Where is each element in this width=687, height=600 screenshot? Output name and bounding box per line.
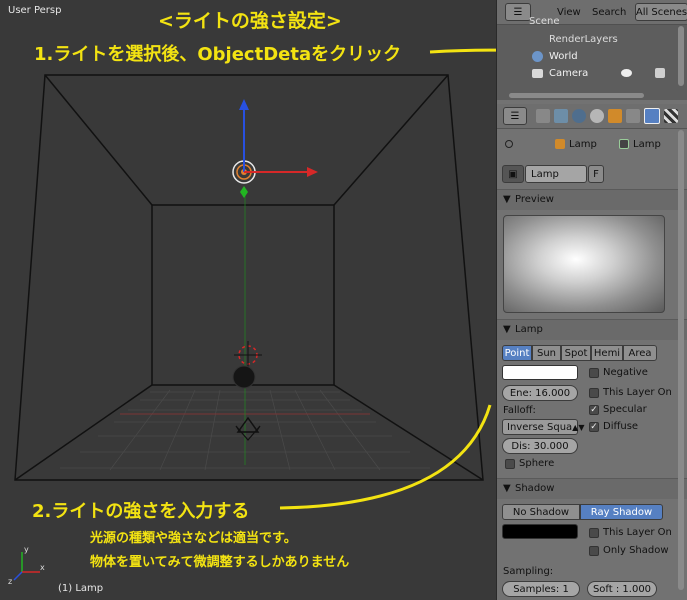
object-tab-icon[interactable] xyxy=(608,109,622,123)
no-shadow-button[interactable]: No Shadow xyxy=(502,504,580,520)
shadow-this-layer-checkbox[interactable] xyxy=(589,528,599,538)
properties-scrollbar[interactable] xyxy=(678,130,684,590)
this-layer-checkbox[interactable] xyxy=(589,388,599,398)
annotation-step1: 1.ライトを選択後、ObjectDetaをクリック xyxy=(34,44,402,65)
lamp-icon xyxy=(555,139,565,149)
diffuse-checkbox[interactable]: ✓ xyxy=(589,422,599,432)
arrow-to-energy xyxy=(279,404,492,510)
specular-label: Specular xyxy=(603,404,647,415)
lamp-color-swatch[interactable] xyxy=(502,365,578,380)
outliner-search-menu[interactable]: Search xyxy=(592,7,626,18)
annotation-note2: 物体を置いてみて微調整するしかありません xyxy=(90,555,350,570)
outliner-view-menu[interactable]: View xyxy=(557,7,581,18)
3d-viewport[interactable]: y x z User Persp (1) Lamp <ライトの強さ設定> 1.ラ… xyxy=(0,0,496,600)
distance-field[interactable]: Dis: 30.000 xyxy=(502,438,578,454)
only-shadow-label: Only Shadow xyxy=(603,545,669,556)
svg-text:y: y xyxy=(24,545,29,554)
world-icon xyxy=(532,51,543,62)
camera-icon xyxy=(532,69,543,78)
svg-text:z: z xyxy=(8,577,12,586)
texture-tab-icon[interactable] xyxy=(664,109,678,123)
arrow-to-object-data xyxy=(429,48,496,54)
eye-icon[interactable] xyxy=(621,69,632,77)
svg-text:x: x xyxy=(40,563,45,572)
properties-editor-type-button[interactable]: ☰ xyxy=(503,107,527,125)
preview-image xyxy=(503,215,665,313)
preview-section-header[interactable]: ▼ Preview xyxy=(497,189,687,210)
negative-label: Negative xyxy=(603,367,648,378)
sphere-checkbox[interactable] xyxy=(505,459,515,469)
outliner-display-select[interactable]: All Scenes xyxy=(635,3,687,21)
collapse-arrow-icon: ▼ xyxy=(503,483,511,494)
collapse-arrow-icon: ▼ xyxy=(503,324,511,335)
lamp-data-icon xyxy=(619,139,629,149)
properties-header: ☰ xyxy=(497,104,687,129)
editor-type-button[interactable]: ☰ xyxy=(505,3,531,21)
datablock-browse-button[interactable]: ▣ xyxy=(502,165,524,183)
energy-field[interactable]: Ene: 16.000 xyxy=(502,385,578,401)
layers-tab-icon[interactable] xyxy=(554,109,568,123)
lamp-section-header[interactable]: ▼ Lamp xyxy=(497,319,687,340)
scene-tab-icon[interactable] xyxy=(572,109,586,123)
falloff-label: Falloff: xyxy=(503,405,536,416)
only-shadow-checkbox[interactable] xyxy=(589,546,599,556)
viewport-title: User Persp xyxy=(8,5,62,16)
fake-user-button[interactable]: F xyxy=(588,165,604,183)
breadcrumb-data[interactable]: Lamp xyxy=(633,139,661,150)
lamp-header-label: Lamp xyxy=(515,324,543,335)
annotation-note1: 光源の種類や強さなどは適当です。 xyxy=(90,531,297,546)
preview-header-label: Preview xyxy=(515,194,554,205)
sphere-object xyxy=(232,365,256,389)
transform-gizmo[interactable] xyxy=(239,99,318,198)
outliner-header: ☰ View Search All Scenes xyxy=(497,0,687,25)
sphere-label: Sphere xyxy=(519,458,555,469)
dropdown-arrows-icon: ▲▼ xyxy=(572,422,585,432)
outliner-item[interactable]: Camera xyxy=(549,68,588,79)
lamp-type-area[interactable]: Area xyxy=(623,345,657,361)
lamp-type-spot[interactable]: Spot xyxy=(561,345,591,361)
outliner: ☰ View Search All Scenes Scene RenderLay… xyxy=(497,0,687,100)
breadcrumb-object[interactable]: Lamp xyxy=(569,139,597,150)
lamp-type-hemi[interactable]: Hemi xyxy=(591,345,623,361)
world-tab-icon[interactable] xyxy=(590,109,604,123)
collapse-arrow-icon: ▼ xyxy=(503,194,511,205)
outliner-item[interactable]: RenderLayers xyxy=(549,34,618,45)
outliner-scrollbar[interactable] xyxy=(678,26,684,86)
ray-shadow-button[interactable]: Ray Shadow xyxy=(580,504,663,520)
soft-field[interactable]: Soft : 1.000 xyxy=(587,581,657,597)
outliner-item[interactable]: World xyxy=(549,51,578,62)
object-data-tab-icon[interactable] xyxy=(644,108,660,124)
constraints-tab-icon[interactable] xyxy=(626,109,640,123)
shadow-this-layer-label: This Layer On xyxy=(603,527,672,538)
camera-object xyxy=(235,416,261,441)
negative-checkbox[interactable] xyxy=(589,368,599,378)
outliner-item[interactable]: Scene xyxy=(529,16,560,27)
samples-field[interactable]: Samples: 1 xyxy=(502,581,580,597)
specular-checkbox[interactable]: ✓ xyxy=(589,405,599,415)
annotation-heading: <ライトの強さ設定> xyxy=(158,10,342,32)
render-tab-icon[interactable] xyxy=(536,109,550,123)
annotation-step2: 2.ライトの強さを入力する xyxy=(32,501,250,522)
render-icon[interactable] xyxy=(655,68,665,78)
diffuse-label: Diffuse xyxy=(603,421,639,432)
this-layer-label: This Layer On xyxy=(603,387,672,398)
sampling-label: Sampling: xyxy=(503,566,554,577)
falloff-select-value: Inverse Squa xyxy=(507,421,573,433)
viewport-footer: (1) Lamp xyxy=(58,583,104,594)
pin-icon[interactable] xyxy=(505,140,513,148)
shadow-color-swatch[interactable] xyxy=(502,524,578,539)
shadow-header-label: Shadow xyxy=(515,483,555,494)
shadow-section-header[interactable]: ▼ Shadow xyxy=(497,478,687,499)
lamp-type-point[interactable]: Point xyxy=(502,345,532,361)
lamp-type-sun[interactable]: Sun xyxy=(532,345,561,361)
3d-cursor xyxy=(234,341,262,369)
datablock-name-field[interactable]: Lamp xyxy=(525,165,587,183)
properties-panel: ☰ View Search All Scenes Scene RenderLay… xyxy=(496,0,687,600)
axis-indicator: y x z xyxy=(8,545,45,586)
falloff-select[interactable]: Inverse Squa ▲▼ xyxy=(502,419,584,435)
outliner-hscrollbar[interactable] xyxy=(509,93,644,98)
